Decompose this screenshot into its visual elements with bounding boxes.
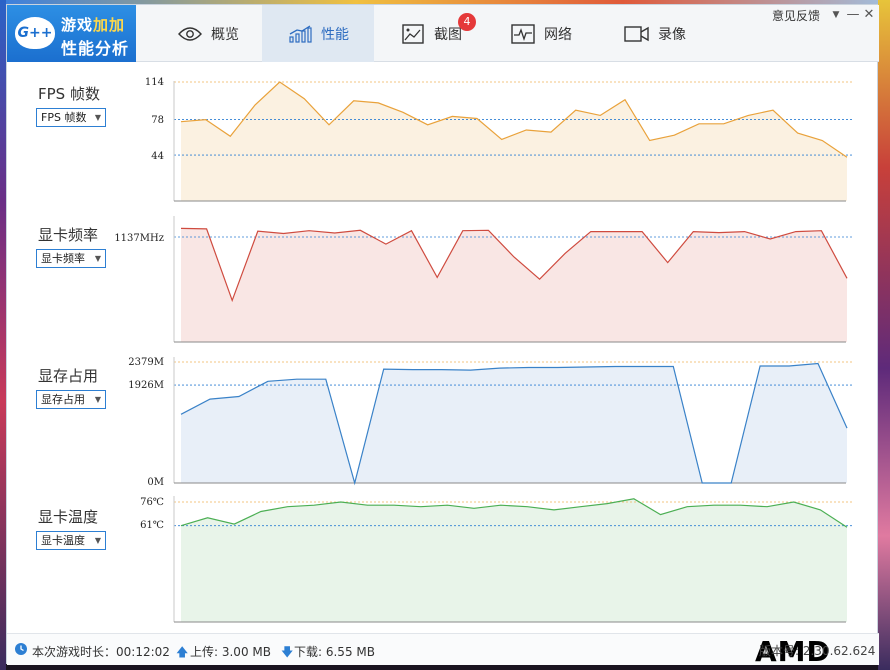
session-duration: 本次游戏时长：00:12:02 — [32, 645, 170, 659]
gpu-temp-series-area — [181, 498, 847, 622]
performance-window: G++ 游戏加加 性能分析 概览 性能 截图 4 网络 录像 意见反馈 ▼ — … — [6, 4, 879, 668]
gpu-clock-chart: 1137MHz — [114, 216, 852, 343]
gpu-clock-tick-1137: 1137MHz — [114, 233, 164, 244]
fps-tick-78: 78 — [151, 115, 164, 126]
vram-tick-0: 0M — [147, 477, 164, 488]
clock-icon — [14, 642, 28, 659]
download-arrow-icon: 🡇 — [281, 645, 294, 659]
status-bar: 本次游戏时长：00:12:02 🡅 上传: 3.00 MB 🡇 下载: 6.55… — [7, 633, 879, 665]
vram-series-area — [181, 363, 847, 483]
gpu-temp-chart: 76℃ 61℃ — [140, 496, 852, 623]
fps-chart: 114 78 44 — [145, 77, 852, 202]
fps-tick-114: 114 — [145, 77, 164, 88]
background-right-strip — [878, 0, 890, 670]
vram-tick-2379: 2379M — [128, 357, 164, 368]
upload-amount: 上传: 3.00 MB — [190, 645, 271, 659]
download-amount: 下载: 6.55 MB — [294, 645, 375, 659]
fps-series-area — [181, 82, 847, 201]
gpu-temp-tick-61: 61℃ — [140, 520, 164, 531]
upload-arrow-icon: 🡅 — [176, 645, 189, 659]
gpu-clock-series-area — [181, 228, 847, 342]
vram-chart: 2379M 1926M 0M — [128, 357, 852, 488]
version-label: 版本号: 2.30.62.624 — [759, 644, 876, 658]
vram-tick-1926: 1926M — [128, 380, 164, 391]
fps-tick-44: 44 — [151, 151, 164, 162]
gpu-temp-tick-76: 76℃ — [140, 497, 164, 508]
performance-charts: 114 78 44 1137MHz 2379M 1926M 0M 76℃ 61℃ — [114, 77, 852, 623]
